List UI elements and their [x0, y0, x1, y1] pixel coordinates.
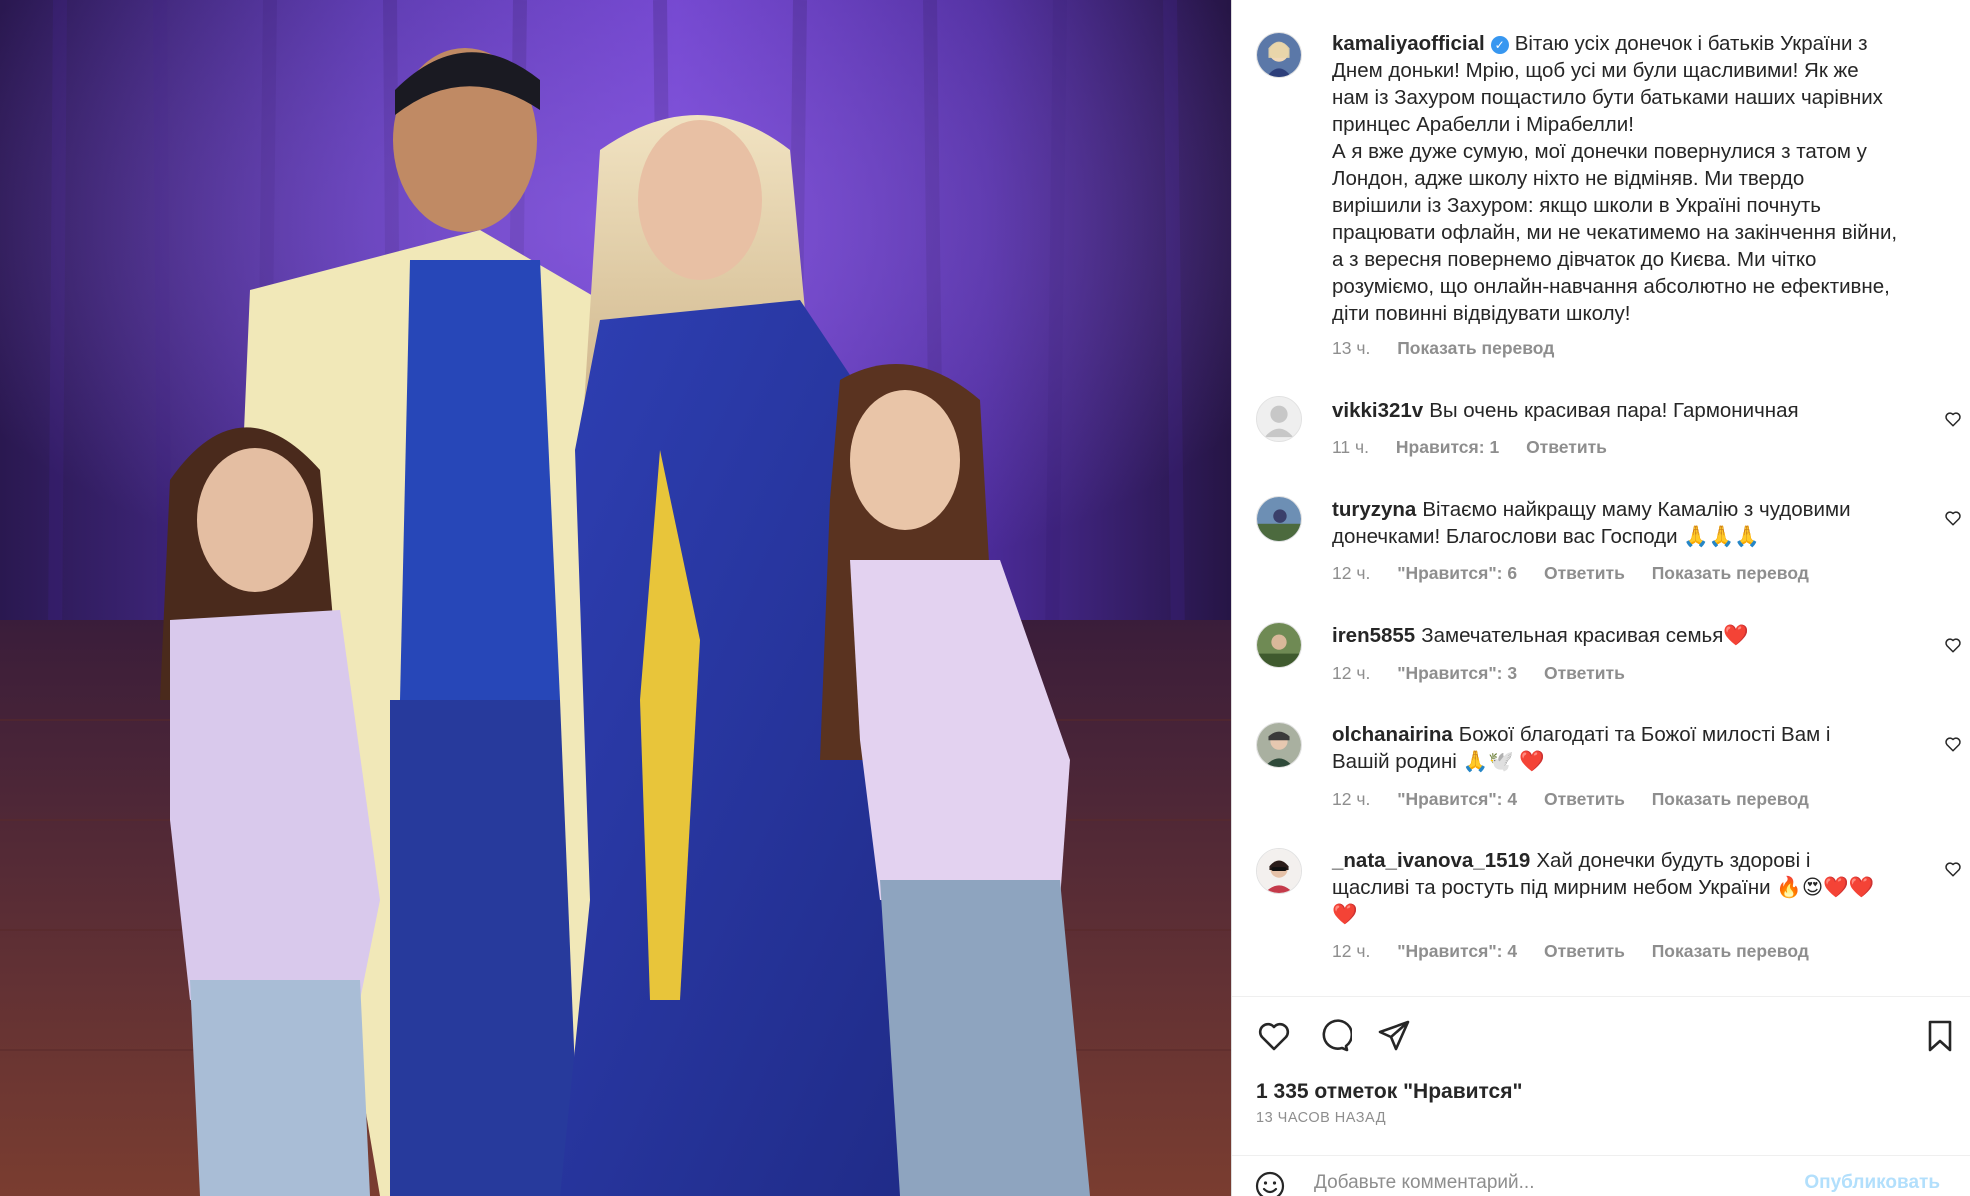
comment-translate-link[interactable]: Показать перевод: [1652, 563, 1809, 583]
post-side-panel: kamaliyaofficial ✓ Вітаю усіх донечок і ба…: [1231, 0, 1970, 1196]
comment-time[interactable]: 12 ч.: [1332, 563, 1370, 583]
caption-line: А я вже дуже сумую, мої донечки повернул…: [1332, 140, 1867, 163]
comment-icon[interactable]: [1316, 1018, 1352, 1054]
comment-meta: 12 ч. "Нравится": 4 Ответить Показать пе…: [1332, 789, 1831, 810]
caption-line: працювати офлайн, ми не чекатимемо на за…: [1332, 221, 1898, 244]
comment-likes[interactable]: "Нравится": 4: [1397, 789, 1517, 809]
caption-line: нам із Захуром пощастило бути батьками н…: [1332, 86, 1883, 109]
posted-ago[interactable]: 13 ЧАСОВ НАЗАД: [1256, 1110, 1386, 1126]
comment-line: ❤️: [1332, 903, 1358, 926]
family-photo-image: [0, 0, 1231, 1196]
post-time[interactable]: 13 ч.: [1332, 338, 1370, 358]
comment-time[interactable]: 12 ч.: [1332, 789, 1370, 809]
heart-icon[interactable]: [1256, 1018, 1292, 1054]
comment-reply-link[interactable]: Ответить: [1544, 663, 1625, 683]
comment-time[interactable]: 12 ч.: [1332, 941, 1370, 961]
comment-meta: 12 ч. "Нравится": 6 Ответить Показать пе…: [1332, 563, 1831, 584]
comment-reply-link[interactable]: Ответить: [1526, 437, 1607, 457]
caption-line: вирішили із Захуром: якщо школи в Україн…: [1332, 194, 1821, 217]
comment-like-heart-icon[interactable]: [1944, 860, 1962, 878]
comment-line: донечками! Благослови вас Господи 🙏🙏🙏: [1332, 525, 1760, 548]
comment-line: Божої благодаті та Божої милості Вам і: [1458, 723, 1831, 746]
comment-likes[interactable]: "Нравится": 6: [1397, 563, 1517, 583]
publish-button[interactable]: Опубликовать: [1804, 1172, 1940, 1194]
commenter-avatar[interactable]: [1256, 848, 1302, 894]
caption-line: принцес Арабелли і Мірабелли!: [1332, 113, 1634, 136]
comments-scroll-area[interactable]: kamaliyaofficial ✓ Вітаю усіх донечок і ба…: [1232, 0, 1970, 995]
comment-input[interactable]: [1314, 1172, 1784, 1194]
caption-line: а з вересня повернемо дівчаток до Києва.…: [1332, 248, 1817, 271]
comment-text: vikki321v Вы очень красивая пара! Гармони…: [1332, 397, 1892, 424]
verified-badge-icon: ✓: [1490, 36, 1509, 54]
caption-line: Лондон, адже школу ніхто не відміняв. Ми…: [1332, 167, 1805, 190]
caption-line: розуміємо, що онлайн-навчання абсолютно …: [1332, 275, 1890, 298]
comment-line: Вітаємо найкращу маму Камалію з чудовими: [1422, 498, 1851, 521]
author-username[interactable]: kamaliyaofficial: [1332, 32, 1485, 55]
emoji-icon[interactable]: [1254, 1170, 1286, 1196]
post-meta: 13 ч. Показать перевод: [1332, 338, 1576, 359]
comment-meta: 12 ч. "Нравится": 4 Ответить Показать пе…: [1332, 941, 1831, 962]
commenter-username[interactable]: olchanairina: [1332, 723, 1453, 746]
comment-likes[interactable]: "Нравится": 3: [1397, 663, 1517, 683]
caption-line: Днем доньки! Мрію, щоб усі ми були щасли…: [1332, 59, 1859, 82]
commenter-avatar[interactable]: [1256, 396, 1302, 442]
comment-line: Хай донечки будуть здорові і: [1536, 849, 1811, 872]
add-comment-bar: Опубликовать: [1232, 1155, 1970, 1196]
comment-line: Вашій родині 🙏🕊️ ❤️: [1332, 750, 1545, 773]
comment-meta: 11 ч. Нравится: 1 Ответить: [1332, 437, 1629, 458]
comment-time[interactable]: 12 ч.: [1332, 663, 1370, 683]
comment-meta: 12 ч. "Нравится": 3 Ответить: [1332, 663, 1647, 684]
comment-line: Замечательная красивая семья❤️: [1421, 624, 1749, 647]
commenter-username[interactable]: vikki321v: [1332, 399, 1423, 422]
action-bar-divider: [1232, 996, 1970, 997]
comment-like-heart-icon[interactable]: [1944, 509, 1962, 527]
comment-line: щасливі та ростуть під мирним небом Укра…: [1332, 876, 1875, 899]
comment-text: turyzyna Вітаємо найкращу маму Камалію з …: [1332, 496, 1892, 550]
comment-reply-link[interactable]: Ответить: [1544, 941, 1625, 961]
send-icon[interactable]: [1376, 1018, 1412, 1054]
commenter-username[interactable]: iren5855: [1332, 624, 1415, 647]
commenter-avatar[interactable]: [1256, 722, 1302, 768]
commenter-username[interactable]: turyzyna: [1332, 498, 1416, 521]
commenter-username[interactable]: _nata_ivanova_1519: [1332, 849, 1530, 872]
commenter-avatar[interactable]: [1256, 496, 1302, 542]
commenter-avatar[interactable]: [1256, 622, 1302, 668]
comment-translate-link[interactable]: Показать перевод: [1652, 941, 1809, 961]
comment-text: olchanairina Божої благодаті та Божої мил…: [1332, 721, 1892, 775]
caption-line: Вітаю усіх донечок і батьків України з: [1514, 32, 1868, 55]
comment-like-heart-icon[interactable]: [1944, 410, 1962, 428]
likes-count[interactable]: 1 335 отметок "Нравится": [1256, 1080, 1522, 1104]
bookmark-icon[interactable]: [1922, 1018, 1958, 1054]
post-caption: kamaliyaofficial ✓ Вітаю усіх донечок і ба…: [1332, 30, 1942, 327]
comment-translate-link[interactable]: Показать перевод: [1652, 789, 1809, 809]
comment-text: iren5855 Замечательная красивая семья❤️: [1332, 622, 1892, 649]
comment-reply-link[interactable]: Ответить: [1544, 563, 1625, 583]
post-photo[interactable]: [0, 0, 1231, 1196]
comment-time[interactable]: 11 ч.: [1332, 437, 1369, 457]
comment-reply-link[interactable]: Ответить: [1544, 789, 1625, 809]
comment-line: Вы очень красивая пара! Гармоничная: [1429, 399, 1799, 422]
post-translate-link[interactable]: Показать перевод: [1397, 338, 1554, 358]
caption-line: діти повинні відвідувати школу!: [1332, 302, 1631, 325]
comment-like-heart-icon[interactable]: [1944, 636, 1962, 654]
comment-text: _nata_ivanova_1519 Хай донечки будуть здо…: [1332, 847, 1892, 928]
author-avatar[interactable]: [1256, 32, 1302, 78]
comment-likes[interactable]: Нравится: 1: [1396, 437, 1499, 457]
comment-likes[interactable]: "Нравится": 4: [1397, 941, 1517, 961]
comment-like-heart-icon[interactable]: [1944, 735, 1962, 753]
